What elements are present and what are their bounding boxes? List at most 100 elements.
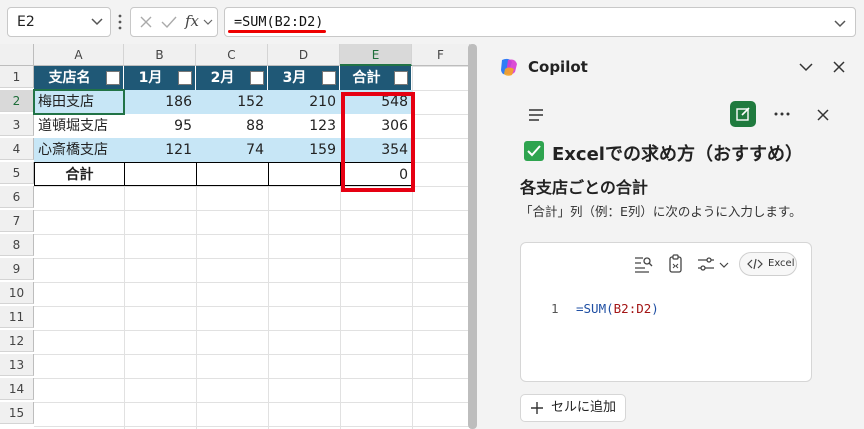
add-to-cell-label: セルに追加	[551, 400, 617, 415]
code-argument: B2:D2	[613, 301, 652, 316]
column-header-d[interactable]: D	[268, 44, 340, 66]
table-header-label: 合計	[352, 70, 381, 86]
row-header[interactable]: 5	[0, 162, 34, 184]
copilot-pane: Copilot Excelでの求め方（おすすめ） 各支店ごとの合計 「合計」列（…	[484, 44, 864, 429]
row-header[interactable]: 15	[0, 402, 34, 424]
filter-dropdown-icon[interactable]	[394, 71, 408, 85]
response-heading: Excelでの求め方（おすすめ）	[552, 144, 803, 165]
table-header-cell[interactable]: 3月	[268, 66, 340, 90]
select-all-corner[interactable]	[0, 44, 34, 66]
row-header[interactable]: 1	[0, 66, 34, 88]
table-header-label: 1月	[138, 70, 163, 86]
copilot-title: Copilot	[528, 58, 588, 76]
table-cell[interactable]	[124, 162, 197, 186]
gridline	[34, 354, 470, 355]
chevron-down-icon[interactable]	[719, 261, 729, 269]
active-cell-border	[33, 89, 125, 115]
table-cell[interactable]	[196, 162, 269, 186]
table-cell[interactable]: 210	[268, 90, 340, 114]
table-cell[interactable]: 心斎橋支店	[34, 138, 124, 162]
table-header-cell[interactable]: 合計	[340, 66, 412, 90]
row-header[interactable]: 9	[0, 258, 34, 280]
code-line-number: 1	[551, 301, 559, 316]
copy-icon[interactable]	[667, 254, 685, 274]
row-header[interactable]: 13	[0, 354, 34, 376]
cancel-icon[interactable]	[139, 15, 153, 29]
gridline	[34, 282, 470, 283]
table-cell[interactable]: 合計	[34, 162, 125, 186]
table-header-label: 3月	[282, 70, 307, 86]
formula-bar: E2 fx =SUM(B2:D2)	[0, 0, 864, 44]
menu-icon[interactable]	[528, 108, 546, 122]
table-header-label: 2月	[210, 70, 235, 86]
table-header-cell[interactable]: 支店名	[34, 66, 124, 90]
table-header-cell[interactable]: 2月	[196, 66, 268, 90]
response-description: 「合計」列（例：E列）に次のように入力します。	[520, 204, 802, 219]
formula-text: =SUM(B2:D2)	[234, 14, 324, 30]
chevron-down-icon[interactable]	[90, 14, 104, 28]
row-header[interactable]: 6	[0, 186, 34, 208]
gridline	[34, 330, 470, 331]
column-header-b[interactable]: B	[124, 44, 196, 66]
row-header[interactable]: 4	[0, 138, 34, 160]
column-header-e[interactable]: E	[340, 44, 412, 66]
close-pane-icon[interactable]	[832, 60, 846, 74]
close-icon[interactable]	[816, 108, 830, 122]
filter-dropdown-icon[interactable]	[250, 71, 264, 85]
row-header[interactable]: 10	[0, 282, 34, 304]
code-close-paren: )	[651, 301, 659, 316]
table-cell[interactable]: 186	[124, 90, 196, 114]
gridline	[34, 306, 470, 307]
language-pill[interactable]: Excel	[739, 252, 797, 276]
search-document-icon[interactable]	[633, 255, 653, 273]
column-header-c[interactable]: C	[196, 44, 268, 66]
gridline	[34, 426, 470, 427]
enter-check-icon[interactable]	[161, 15, 177, 29]
table-cell[interactable]: 74	[196, 138, 268, 162]
filter-dropdown-icon[interactable]	[178, 71, 192, 85]
row-header[interactable]: 14	[0, 378, 34, 400]
table-cell[interactable]: 123	[268, 114, 340, 138]
gridline	[34, 210, 470, 211]
table-cell[interactable]: 152	[196, 90, 268, 114]
code-text: =SUM(B2:D2)	[576, 301, 659, 316]
highlight-annotation	[341, 92, 415, 192]
row-header[interactable]: 3	[0, 114, 34, 136]
code-block: Excel 1 =SUM(B2:D2)	[520, 242, 812, 382]
copilot-logo-icon	[501, 58, 517, 76]
gridline	[34, 258, 470, 259]
table-cell[interactable]: 159	[268, 138, 340, 162]
table-cell[interactable]: 88	[196, 114, 268, 138]
name-box-value: E2	[17, 14, 35, 30]
row-header[interactable]: 8	[0, 234, 34, 256]
table-cell[interactable]: 95	[124, 114, 196, 138]
table-cell[interactable]: 121	[124, 138, 196, 162]
formula-buttons: fx	[130, 7, 218, 37]
table-cell[interactable]	[268, 162, 341, 186]
table-header-cell[interactable]: 1月	[124, 66, 196, 90]
more-options-icon[interactable]	[774, 112, 790, 116]
gridline	[34, 234, 470, 235]
filter-dropdown-icon[interactable]	[106, 71, 120, 85]
row-header[interactable]: 11	[0, 306, 34, 328]
expand-formula-bar-icon[interactable]	[833, 16, 847, 30]
language-label: Excel	[768, 258, 795, 269]
new-chat-button[interactable]	[730, 101, 756, 127]
more-options-icon[interactable]	[117, 13, 123, 31]
edit-icon	[736, 107, 750, 121]
chevron-down-icon[interactable]	[798, 60, 814, 74]
settings-sliders-icon[interactable]	[697, 256, 715, 272]
chevron-down-icon[interactable]	[203, 17, 213, 27]
column-header-f[interactable]: F	[412, 44, 470, 66]
code-function: =SUM(	[576, 301, 614, 316]
row-header[interactable]: 7	[0, 210, 34, 232]
insert-function-icon[interactable]: fx	[185, 12, 199, 30]
name-box[interactable]: E2	[7, 7, 111, 37]
row-header[interactable]: 12	[0, 330, 34, 352]
add-to-cell-button[interactable]: セルに追加	[520, 394, 626, 422]
pane-splitter[interactable]	[468, 44, 477, 429]
table-cell[interactable]: 道頓堀支店	[34, 114, 124, 138]
row-header[interactable]: 2	[0, 90, 34, 112]
column-header-a[interactable]: A	[34, 44, 124, 66]
filter-dropdown-icon[interactable]	[322, 71, 336, 85]
